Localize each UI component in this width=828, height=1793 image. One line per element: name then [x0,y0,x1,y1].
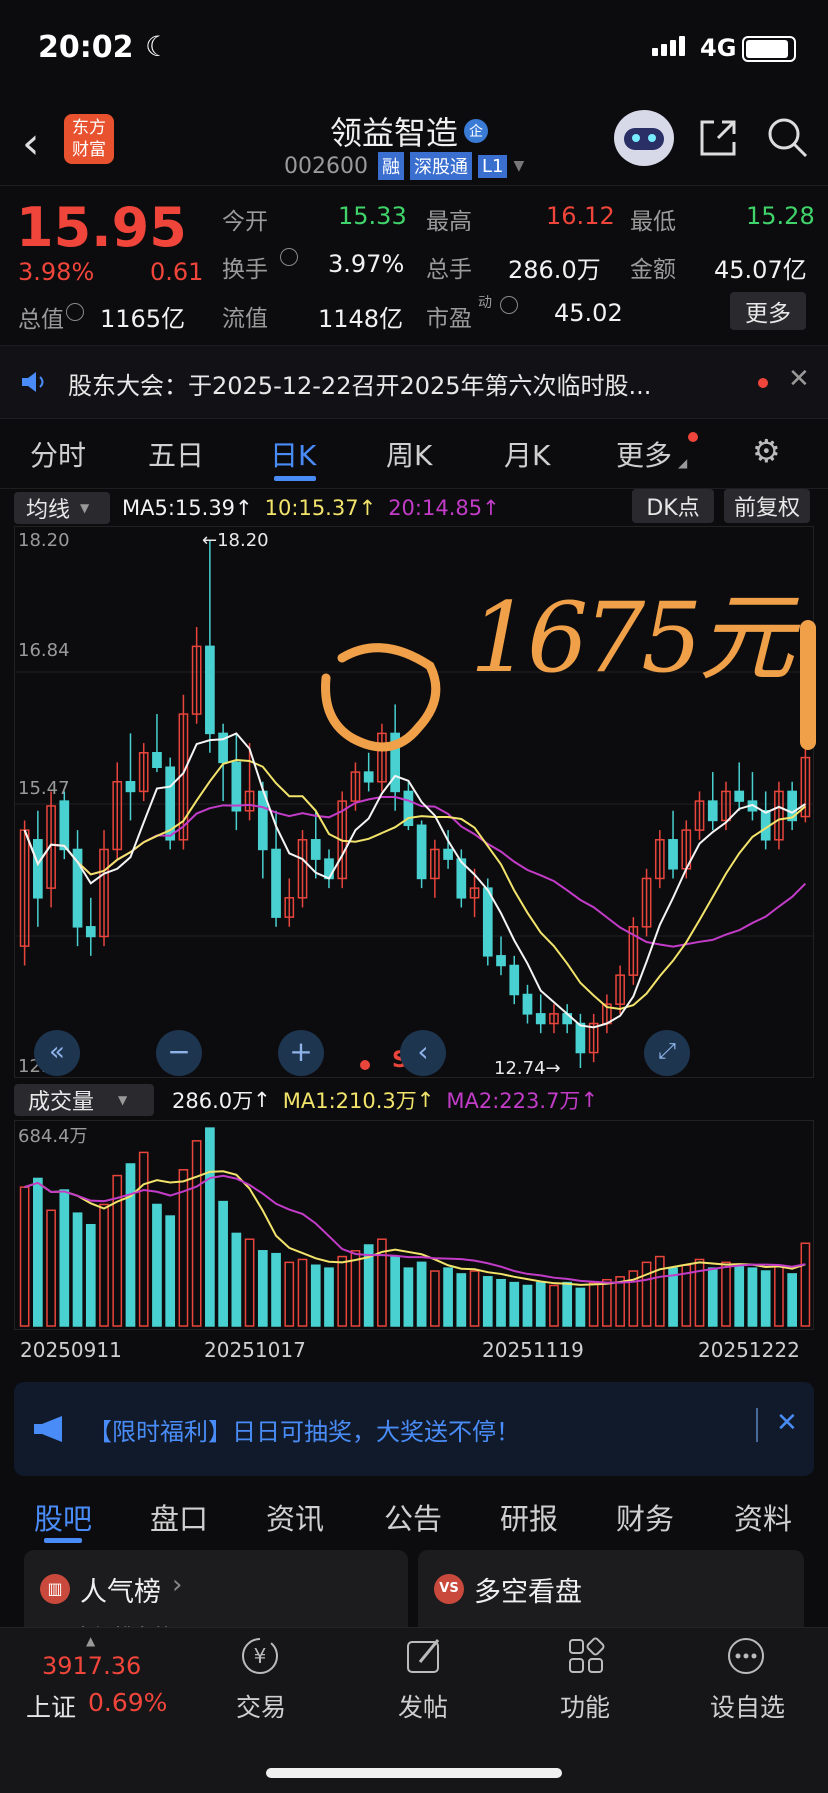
tab-research[interactable]: 研报 [500,1496,558,1538]
dropdown-icon: ▼ [118,1093,128,1107]
candle-body [271,848,281,918]
zoom-out-icon[interactable]: − [156,1030,202,1076]
promo-text: 【限时福利】日日可抽奖，大奖送不停！ [88,1418,520,1446]
high-price-label: ←18.20 [202,530,269,551]
yuan-icon[interactable]: ¥ [238,1634,282,1678]
info-tabs: 股吧 盘口 资讯 公告 研报 财务 资料 [0,1476,828,1556]
ma10-line [23,758,807,1011]
volume-selector[interactable]: 成交量 ▼ [14,1084,154,1116]
handwritten-annotation: 1675元 [470,582,794,694]
index-value[interactable]: 3917.36 [42,1652,141,1680]
home-indicator [266,1768,562,1778]
volume-ma1: MA1:210.3万 [282,1089,417,1113]
x-axis-label: 20250911 [20,1338,122,1362]
grid-icon[interactable] [564,1634,608,1678]
volume-current: 286.0万 [172,1089,254,1113]
candle-body [152,751,162,769]
candle-body [59,800,70,851]
x-axis-label: 20251119 [482,1338,584,1362]
ma5-line [23,732,806,1029]
up-arrow-icon: ▲ [86,1634,96,1648]
ranking-icon: ▥ [40,1574,70,1604]
tab-financials[interactable]: 财务 [616,1496,674,1538]
nav-trade[interactable]: 交易 [236,1688,286,1724]
volume-ma2: MA2:223.7万 [446,1089,581,1113]
candle-body [496,955,506,967]
candle-body [85,926,96,938]
volume-indicator-bar: 成交量 ▼ 286.0万 ↑ MA1:210.3万 ↑ MA2:223.7万 ↑ [14,1082,598,1118]
nav-post[interactable]: 发帖 [398,1688,448,1724]
promo-banner[interactable]: 【限时福利】日日可抽奖，大奖送不停！ ✕ [14,1382,814,1476]
candle-body [125,781,136,793]
buy-point-dot [360,1060,370,1070]
scroll-left-icon[interactable]: « [34,1030,80,1076]
card-title: 人气榜 [80,1577,161,1608]
candle-body [482,887,493,957]
tab-news[interactable]: 资讯 [266,1496,324,1538]
tab-profile[interactable]: 资料 [734,1496,792,1538]
x-axis-label: 20251222 [698,1338,800,1362]
index-name[interactable]: 上证 [26,1688,76,1724]
close-icon[interactable]: ✕ [776,1408,798,1438]
x-axis-label: 20251017 [204,1338,306,1362]
svg-text:¥: ¥ [254,1644,267,1668]
y-tick-label: 18.20 [18,530,70,551]
nav-add-watchlist[interactable]: 设自选 [710,1688,785,1724]
candle-body [575,1022,586,1054]
candle-body [734,790,745,802]
y-tick-label: 16.84 [18,640,70,661]
candle-body [231,761,242,812]
volume-chart-frame [14,1120,814,1330]
handwritten-stroke [800,620,816,750]
tab-announcements[interactable]: 公告 [384,1496,442,1538]
volume-selector-label: 成交量 [28,1090,95,1115]
ma20-line [23,795,807,948]
volume-max-label: 684.4万 [18,1126,88,1147]
candle-body [535,1013,546,1025]
y-tick-label: 15.47 [18,778,70,799]
tab-forum[interactable]: 股吧 [34,1496,92,1538]
low-price-label: 12.74→ [494,1058,561,1079]
nav-functions[interactable]: 功能 [560,1688,610,1724]
active-tab-indicator [44,1538,82,1543]
candle-body [324,858,334,880]
candle-body [205,645,215,735]
candle-body [522,993,533,1015]
edit-icon[interactable] [402,1634,446,1678]
megaphone-icon [34,1416,62,1442]
candle-body [32,839,43,899]
chevron-right-icon: › [172,1570,183,1600]
bottom-navigation: ▲ 3917.36 上证 0.69% ¥ 交易 发帖 功能 设自选 [0,1627,828,1793]
candle-body [509,964,520,996]
low-price-value: 12.74 [494,1058,546,1079]
tab-order-book[interactable]: 盘口 [150,1496,208,1538]
card-title: 多空看盘 [474,1577,582,1608]
previous-icon[interactable]: ‹ [400,1030,446,1076]
high-price-value: 18.20 [217,530,269,551]
candle-body [707,800,718,822]
candle-body [416,824,427,880]
fullscreen-icon[interactable]: ⤢ [644,1030,690,1076]
more-icon[interactable] [724,1634,768,1678]
vs-icon: VS [434,1574,464,1604]
candle-body [443,848,453,860]
handwritten-circle [321,643,441,752]
candle-body [363,771,374,783]
divider [756,1408,758,1442]
candle-body [310,839,321,860]
zoom-in-icon[interactable]: + [278,1030,324,1076]
candle-body [668,839,678,870]
index-percent[interactable]: 0.69% [88,1688,167,1717]
